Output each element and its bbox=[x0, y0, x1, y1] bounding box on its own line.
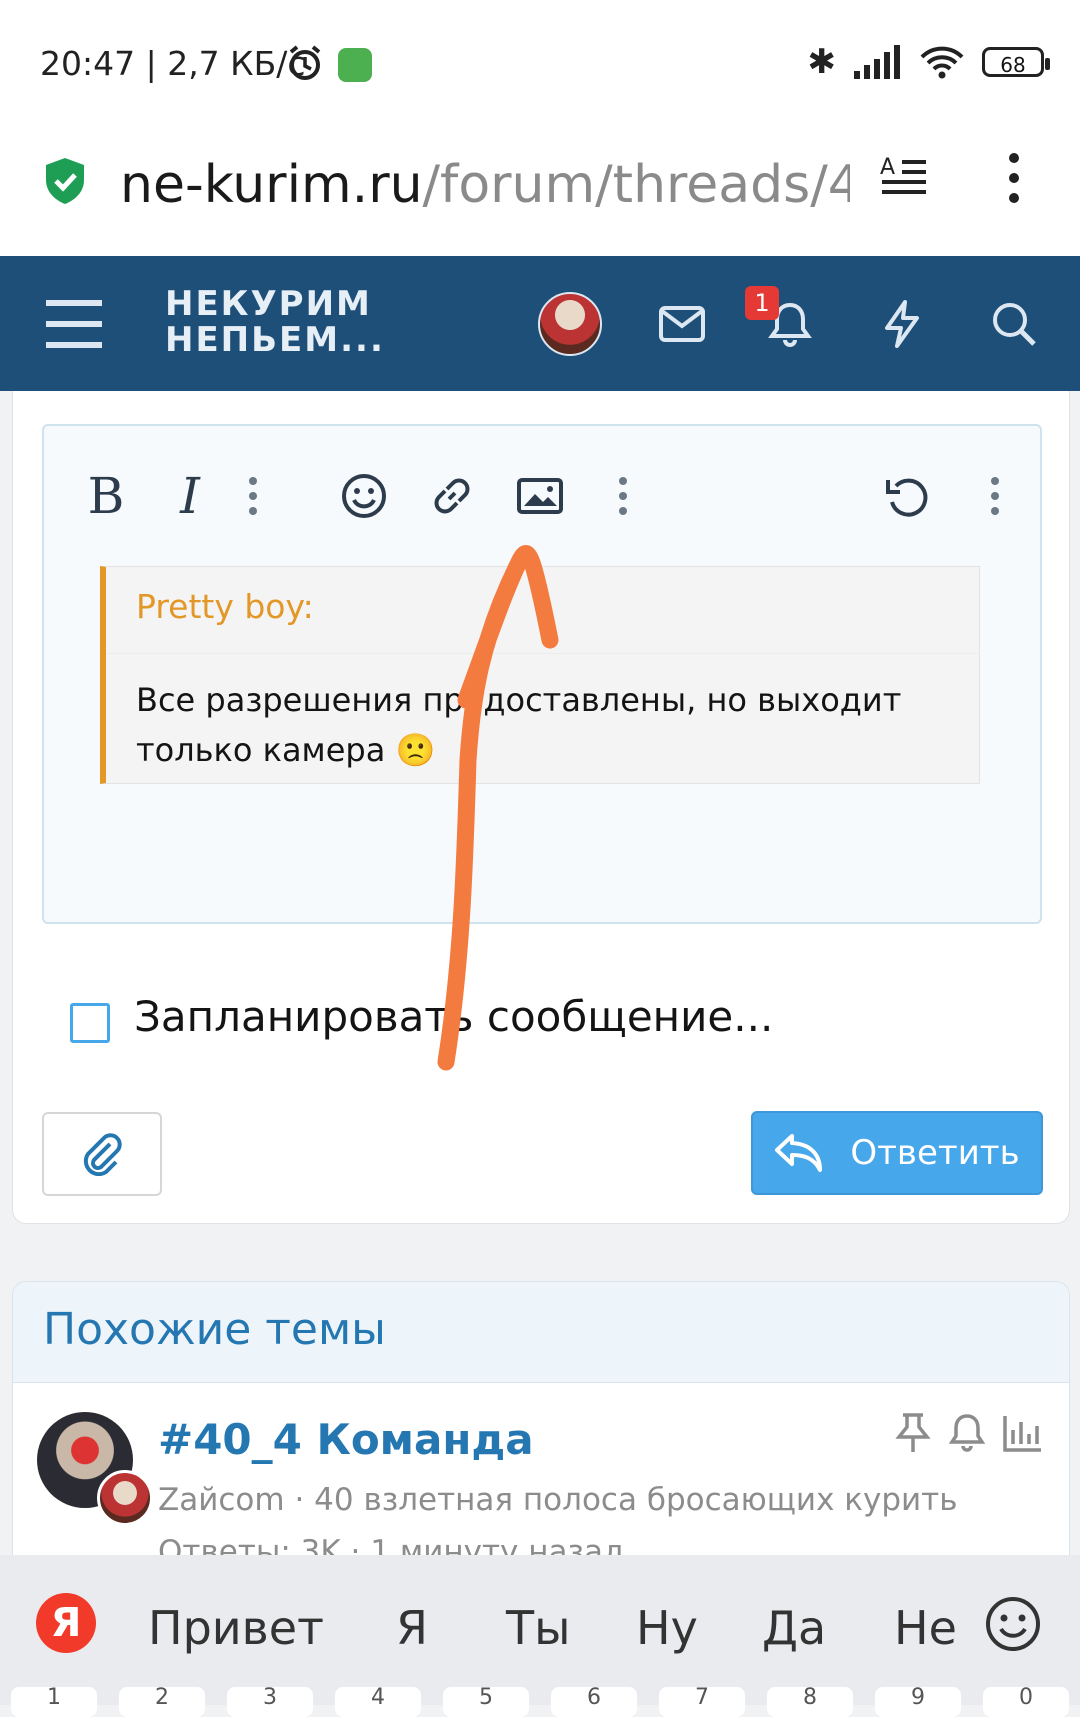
keyboard: Я Привет Я Ты Ну Да Не 1 2 3 4 5 6 7 8 9… bbox=[0, 1555, 1080, 1717]
thread-meta: Zaйcom · 40 взлетная полоса бросающих ку… bbox=[158, 1482, 958, 1518]
battery-indicator: 68 bbox=[982, 47, 1050, 77]
schedule-label[interactable]: Запланировать сообщение... bbox=[134, 992, 773, 1041]
key[interactable]: 6 bbox=[551, 1687, 637, 1717]
secure-shield-icon bbox=[44, 156, 86, 210]
logo-line-1: НЕКУРИМ bbox=[165, 284, 372, 324]
forum-header: НЕКУРИМ НЕПЬЕМ... 1 bbox=[0, 256, 1080, 391]
yandex-logo-icon[interactable]: Я bbox=[36, 1593, 96, 1653]
paperclip-icon bbox=[83, 1133, 122, 1176]
bluetooth-icon: ✱ bbox=[807, 42, 837, 82]
keyboard-suggestion[interactable]: Да bbox=[762, 1601, 826, 1655]
italic-icon[interactable]: I bbox=[162, 466, 218, 526]
reply-button[interactable]: Ответить bbox=[751, 1111, 1043, 1195]
quote-text: Все разрешения предоставлены, но выходит… bbox=[136, 681, 902, 769]
key[interactable]: 9 bbox=[875, 1687, 961, 1717]
image-icon[interactable] bbox=[510, 466, 570, 526]
keyboard-suggestion[interactable]: Привет bbox=[148, 1601, 324, 1655]
key[interactable]: 1 bbox=[11, 1687, 97, 1717]
smilie-icon[interactable] bbox=[334, 466, 394, 526]
hamburger-menu-icon[interactable] bbox=[44, 294, 104, 354]
key[interactable]: 4 bbox=[335, 1687, 421, 1717]
emoji-keyboard-icon[interactable] bbox=[984, 1595, 1042, 1657]
more-text-options-icon[interactable] bbox=[238, 466, 268, 526]
number-row: 1 2 3 4 5 6 7 8 9 0 bbox=[0, 1687, 1080, 1717]
status-icons: ✱ 68 bbox=[807, 40, 1050, 84]
key[interactable]: 2 bbox=[119, 1687, 205, 1717]
search-icon[interactable] bbox=[984, 294, 1044, 354]
status-bar: 20:47 | 2,7 КБ/с ✱ 68 bbox=[0, 0, 1080, 120]
keyboard-suggestion[interactable]: Не bbox=[894, 1601, 957, 1655]
link-icon[interactable] bbox=[422, 466, 482, 526]
keyboard-suggestion[interactable]: Ну bbox=[636, 1601, 698, 1655]
watched-bell-icon bbox=[948, 1412, 986, 1458]
key[interactable]: 8 bbox=[767, 1687, 853, 1717]
more-insert-options-icon[interactable] bbox=[608, 466, 638, 526]
signal-icon bbox=[854, 45, 900, 79]
thread-last-poster-avatar[interactable] bbox=[97, 1470, 153, 1526]
thread-title[interactable]: #40_4 Команда bbox=[158, 1415, 534, 1464]
inbox-icon[interactable] bbox=[652, 294, 712, 354]
quote-block: Pretty boy: Все разрешения предоставлены… bbox=[100, 566, 980, 784]
app-notification-icon bbox=[338, 48, 372, 82]
keyboard-suggestion[interactable]: Ты bbox=[506, 1601, 570, 1655]
quote-divider bbox=[106, 653, 980, 654]
key[interactable]: 5 bbox=[443, 1687, 529, 1717]
browser-url-bar: ne-kurim.ru/forum/threads/4 A bbox=[0, 120, 1080, 256]
similar-threads-title: Похожие темы bbox=[43, 1304, 386, 1355]
url-text[interactable]: ne-kurim.ru/forum/threads/4 bbox=[120, 150, 850, 220]
alarm-icon bbox=[286, 44, 324, 86]
wifi-icon bbox=[920, 46, 964, 79]
schedule-checkbox[interactable] bbox=[70, 1003, 110, 1043]
more-editor-options-icon[interactable] bbox=[980, 466, 1010, 526]
keyboard-suggestion[interactable]: Я bbox=[396, 1601, 428, 1655]
key[interactable]: 0 bbox=[983, 1687, 1069, 1717]
browser-menu-icon[interactable] bbox=[1004, 150, 1024, 206]
url-domain: ne-kurim.ru bbox=[120, 155, 423, 215]
pin-icon bbox=[895, 1412, 931, 1458]
similar-threads-header: Похожие темы bbox=[13, 1282, 1069, 1383]
reply-arrow-icon bbox=[775, 1134, 823, 1172]
url-path: /forum/threads/4 bbox=[422, 155, 850, 215]
key[interactable]: 7 bbox=[659, 1687, 745, 1717]
attach-files-button[interactable] bbox=[42, 1112, 162, 1196]
reply-button-label: Ответить bbox=[850, 1133, 1020, 1173]
logo-line-2: НЕПЬЕМ... bbox=[165, 320, 385, 360]
avatar[interactable] bbox=[538, 292, 602, 356]
status-time: 20:47 | 2,7 КБ/с bbox=[40, 44, 306, 83]
quote-author: Pretty boy: bbox=[136, 587, 314, 626]
forum-logo[interactable]: НЕКУРИМ НЕПЬЕМ... bbox=[165, 286, 385, 358]
poll-icon bbox=[1003, 1414, 1043, 1456]
key[interactable]: 3 bbox=[227, 1687, 313, 1717]
alerts-badge: 1 bbox=[745, 286, 779, 320]
svg-text:A: A bbox=[880, 155, 895, 180]
whats-new-bolt-icon[interactable] bbox=[872, 294, 932, 354]
undo-icon[interactable] bbox=[878, 466, 938, 526]
bold-icon[interactable]: B bbox=[78, 466, 134, 526]
reader-mode-icon[interactable]: A bbox=[880, 152, 928, 204]
message-editor[interactable]: B I Pretty boy: Все разрешения предостав… bbox=[42, 424, 1042, 924]
